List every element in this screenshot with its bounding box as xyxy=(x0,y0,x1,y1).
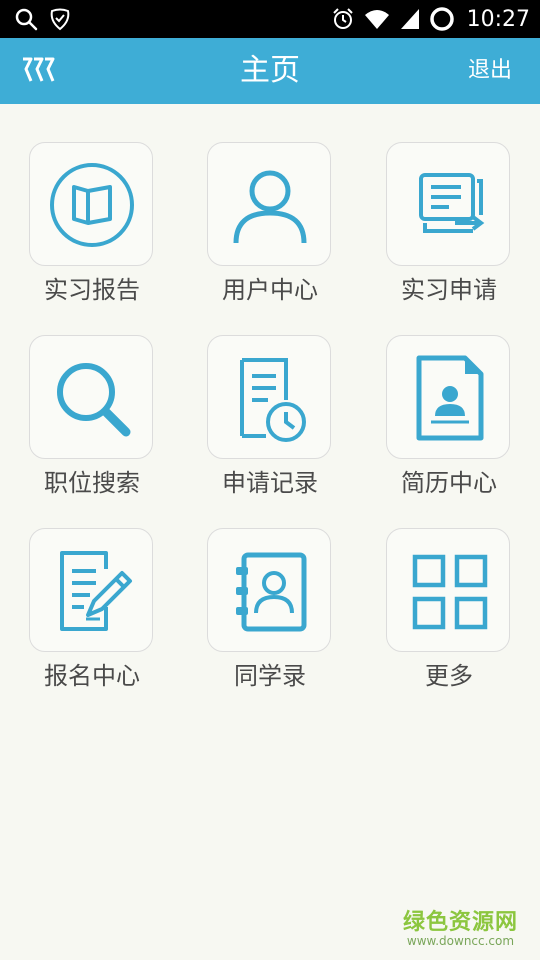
page-title: 主页 xyxy=(240,53,300,88)
tile-label: 同学录 xyxy=(234,662,306,690)
tile-label: 报名中心 xyxy=(44,662,140,690)
tile-icon-box xyxy=(386,142,510,266)
alarm-icon xyxy=(332,8,353,29)
notification-icon xyxy=(50,8,70,31)
tile-label: 申请记录 xyxy=(222,469,318,497)
logout-button[interactable]: 退出 xyxy=(468,38,512,104)
tile-user-center[interactable]: 用户中心 xyxy=(190,142,350,312)
tile-classmates[interactable]: 同学录 xyxy=(190,528,350,698)
tile-icon-box xyxy=(386,528,510,652)
app-bar: 主页 退出 xyxy=(0,38,540,104)
tile-icon-box xyxy=(386,335,510,459)
battery-icon xyxy=(429,7,454,31)
signal-icon xyxy=(400,9,419,29)
wifi-icon xyxy=(364,10,389,29)
watermark: 绿色资源网 www.downcc.com xyxy=(403,904,518,948)
search-icon xyxy=(57,363,131,437)
status-bar: 10:27 xyxy=(0,0,540,38)
document-pen-icon xyxy=(60,551,132,631)
tile-apply-records[interactable]: 申请记录 xyxy=(190,335,350,505)
resume-icon xyxy=(416,355,484,441)
tile-label: 用户中心 xyxy=(222,276,318,304)
watermark-title: 绿色资源网 xyxy=(402,910,518,935)
search-icon xyxy=(15,8,38,31)
clock: 10:27 xyxy=(466,6,530,32)
tile-icon-box xyxy=(207,528,331,652)
tile-job-search[interactable]: 职位搜索 xyxy=(12,335,172,505)
tile-label: 实习报告 xyxy=(44,276,140,304)
grid-icon xyxy=(412,554,488,630)
tile-label: 简历中心 xyxy=(401,469,497,497)
document-arrow-icon xyxy=(419,173,485,233)
watermark-url: www.downcc.com xyxy=(406,934,515,948)
tile-label: 实习申请 xyxy=(401,276,497,304)
tile-registration-center[interactable]: 报名中心 xyxy=(12,528,172,698)
tile-icon-box xyxy=(29,142,153,266)
tile-label: 职位搜索 xyxy=(44,469,140,497)
tile-icon-box xyxy=(207,335,331,459)
tile-resume-center[interactable]: 简历中心 xyxy=(369,335,529,505)
tile-label: 更多 xyxy=(425,662,473,690)
contact-book-icon xyxy=(236,552,307,632)
document-clock-icon xyxy=(240,358,306,442)
book-circle-icon xyxy=(50,163,134,247)
tile-icon-box xyxy=(29,528,153,652)
user-icon xyxy=(233,170,307,244)
tile-icon-box xyxy=(29,335,153,459)
tile-icon-box xyxy=(207,142,331,266)
tile-internship-apply[interactable]: 实习申请 xyxy=(369,142,529,312)
tile-more[interactable]: 更多 xyxy=(369,528,529,698)
tile-internship-report[interactable]: 实习报告 xyxy=(12,142,172,312)
